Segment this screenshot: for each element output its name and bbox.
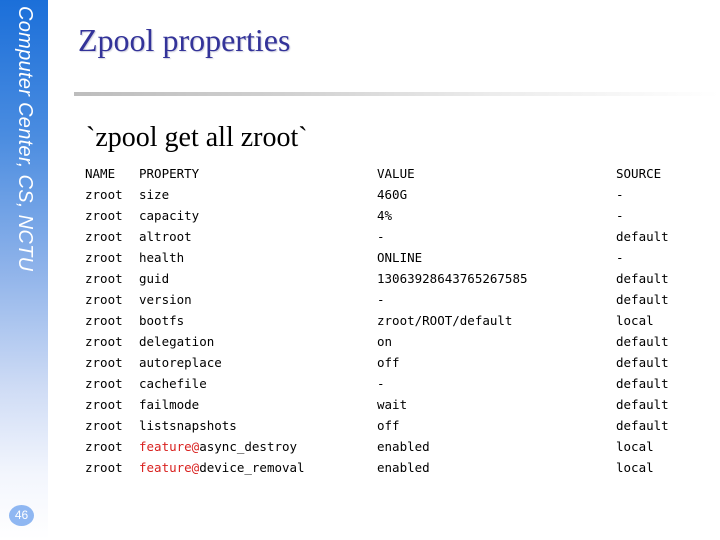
header-source: SOURCE: [616, 166, 662, 181]
cell-value: ONLINE: [377, 250, 423, 265]
property-name: capacity: [139, 208, 200, 223]
property-name: altroot: [139, 229, 192, 244]
property-name: cachefile: [139, 376, 207, 391]
cell-source: default: [616, 397, 669, 412]
cell-value: -: [377, 292, 385, 307]
property-name: version: [139, 292, 192, 307]
cell-source: default: [616, 271, 669, 286]
cell-source: default: [616, 292, 669, 307]
property-name: delegation: [139, 334, 215, 349]
cell-source: local: [616, 460, 654, 475]
cell-name: zroot: [85, 355, 123, 370]
cell-value: zroot/ROOT/default: [377, 313, 513, 328]
title-divider: [74, 92, 720, 96]
slide: Computer Center, CS, NCTU 46 Zpool prope…: [0, 0, 720, 540]
cell-name: zroot: [85, 250, 123, 265]
cell-value: wait: [377, 397, 408, 412]
property-name: size: [139, 187, 170, 202]
cell-name: zroot: [85, 313, 123, 328]
cell-source: default: [616, 355, 669, 370]
cell-property: listsnapshots: [139, 415, 237, 436]
header-name: NAME: [85, 166, 116, 181]
cell-source: default: [616, 418, 669, 433]
cell-name: zroot: [85, 292, 123, 307]
property-name: listsnapshots: [139, 418, 237, 433]
cell-property: capacity: [139, 205, 199, 226]
cell-name: zroot: [85, 208, 123, 223]
cell-property: version: [139, 289, 192, 310]
property-name: bootfs: [139, 313, 185, 328]
cell-value: 4%: [377, 208, 393, 223]
cell-source: -: [616, 187, 624, 202]
cell-source: local: [616, 439, 654, 454]
cell-property: guid: [139, 268, 169, 289]
cell-property: health: [139, 247, 184, 268]
cell-property: bootfs: [139, 310, 184, 331]
cell-property: feature@async_destroy: [139, 436, 297, 457]
feature-prefix: feature@: [139, 439, 200, 454]
property-name: device_removal: [199, 460, 305, 475]
cell-source: -: [616, 250, 624, 265]
cell-value: -: [377, 376, 385, 391]
header-property: PROPERTY: [139, 166, 200, 181]
cell-name: zroot: [85, 376, 123, 391]
cell-source: default: [616, 229, 669, 244]
cell-property: autoreplace: [139, 352, 222, 373]
cell-source: -: [616, 208, 624, 223]
command-text: `zpool get all zroot`: [86, 122, 308, 153]
property-name: guid: [139, 271, 170, 286]
cell-name: zroot: [85, 271, 123, 286]
sidebar-org-label: Computer Center, CS, NCTU: [14, 6, 36, 272]
cell-property: cachefile: [139, 373, 207, 394]
cell-source: default: [616, 376, 669, 391]
cell-property: feature@device_removal: [139, 457, 305, 478]
cell-value: off: [377, 355, 400, 370]
cell-name: zroot: [85, 334, 123, 349]
cell-name: zroot: [85, 397, 123, 412]
cell-property: delegation: [139, 331, 214, 352]
slide-title: Zpool properties: [78, 22, 291, 58]
cell-value: enabled: [377, 460, 430, 475]
cell-value: -: [377, 229, 385, 244]
property-name: failmode: [139, 397, 200, 412]
header-value: VALUE: [377, 166, 415, 181]
cell-value: 13063928643765267585: [377, 271, 528, 286]
cell-name: zroot: [85, 460, 123, 475]
cell-name: zroot: [85, 229, 123, 244]
cell-value: enabled: [377, 439, 430, 454]
property-name: health: [139, 250, 185, 265]
feature-prefix: feature@: [139, 460, 200, 475]
cell-property: size: [139, 184, 169, 205]
cell-name: zroot: [85, 418, 123, 433]
property-name: autoreplace: [139, 355, 222, 370]
cell-name: zroot: [85, 439, 123, 454]
cell-value: 460G: [377, 187, 408, 202]
cell-property: failmode: [139, 394, 199, 415]
property-name: async_destroy: [199, 439, 298, 454]
cell-property: altroot: [139, 226, 192, 247]
cell-value: off: [377, 418, 400, 433]
page-number-badge: 46: [9, 505, 34, 526]
cell-source: local: [616, 313, 654, 328]
cell-source: default: [616, 334, 669, 349]
sidebar: Computer Center, CS, NCTU 46: [0, 0, 48, 540]
cell-name: zroot: [85, 187, 123, 202]
cell-value: on: [377, 334, 393, 349]
